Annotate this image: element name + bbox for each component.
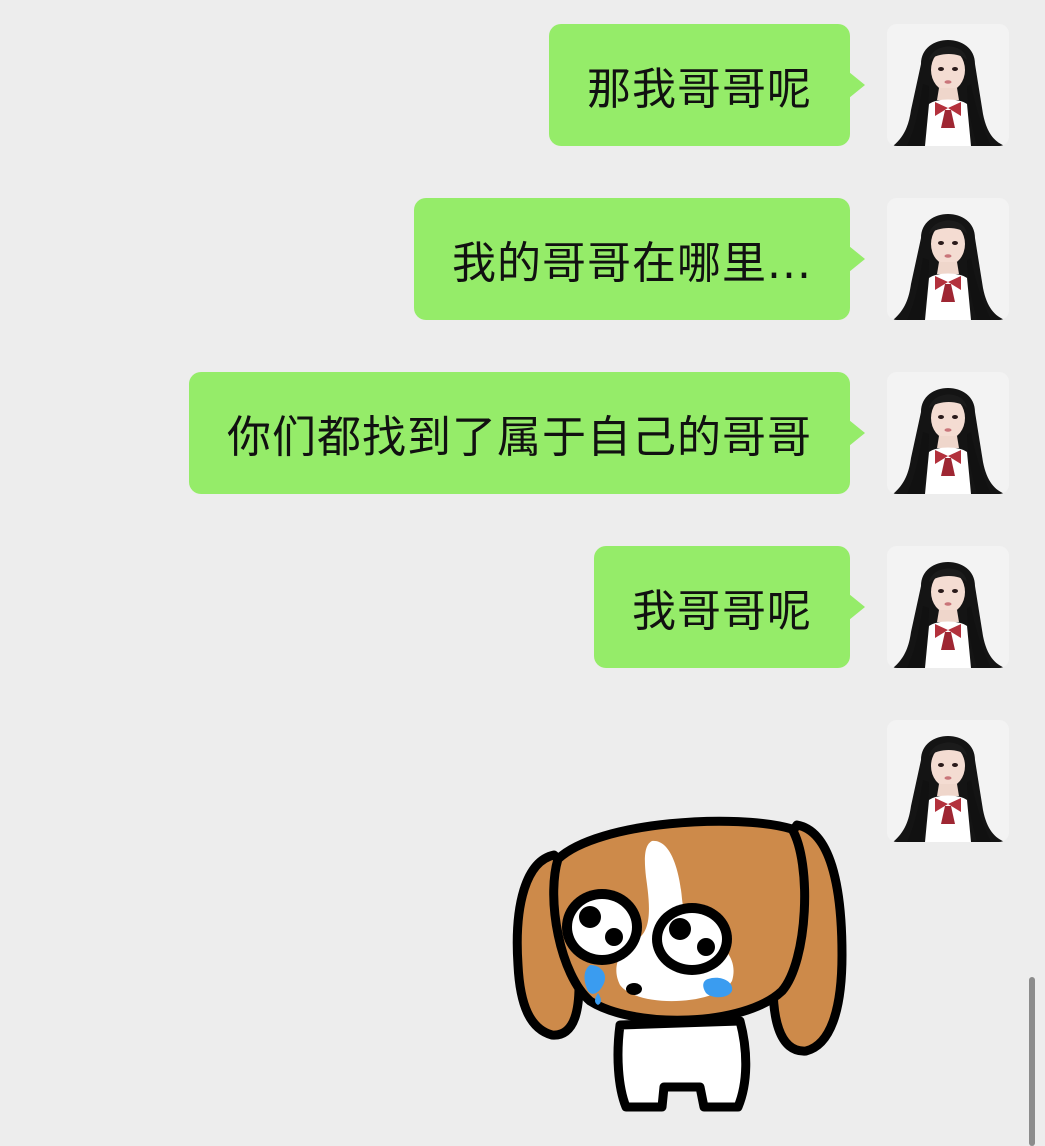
crying-puppy-sticker-icon[interactable] [512,815,857,1115]
message-bubble[interactable]: 你们都找到了属于自己的哥哥 [189,372,865,494]
user-avatar-icon[interactable] [887,546,1009,668]
user-avatar-icon[interactable] [887,24,1009,146]
message-bubble[interactable]: 我的哥哥在哪里... [414,198,865,320]
user-avatar-icon[interactable] [887,720,1009,842]
message-bubble[interactable]: 我哥哥呢 [594,546,865,668]
scrollbar[interactable] [1029,977,1035,1146]
user-avatar-icon[interactable] [887,198,1009,320]
message-bubble[interactable]: 那我哥哥呢 [549,24,865,146]
user-avatar-icon[interactable] [887,372,1009,494]
